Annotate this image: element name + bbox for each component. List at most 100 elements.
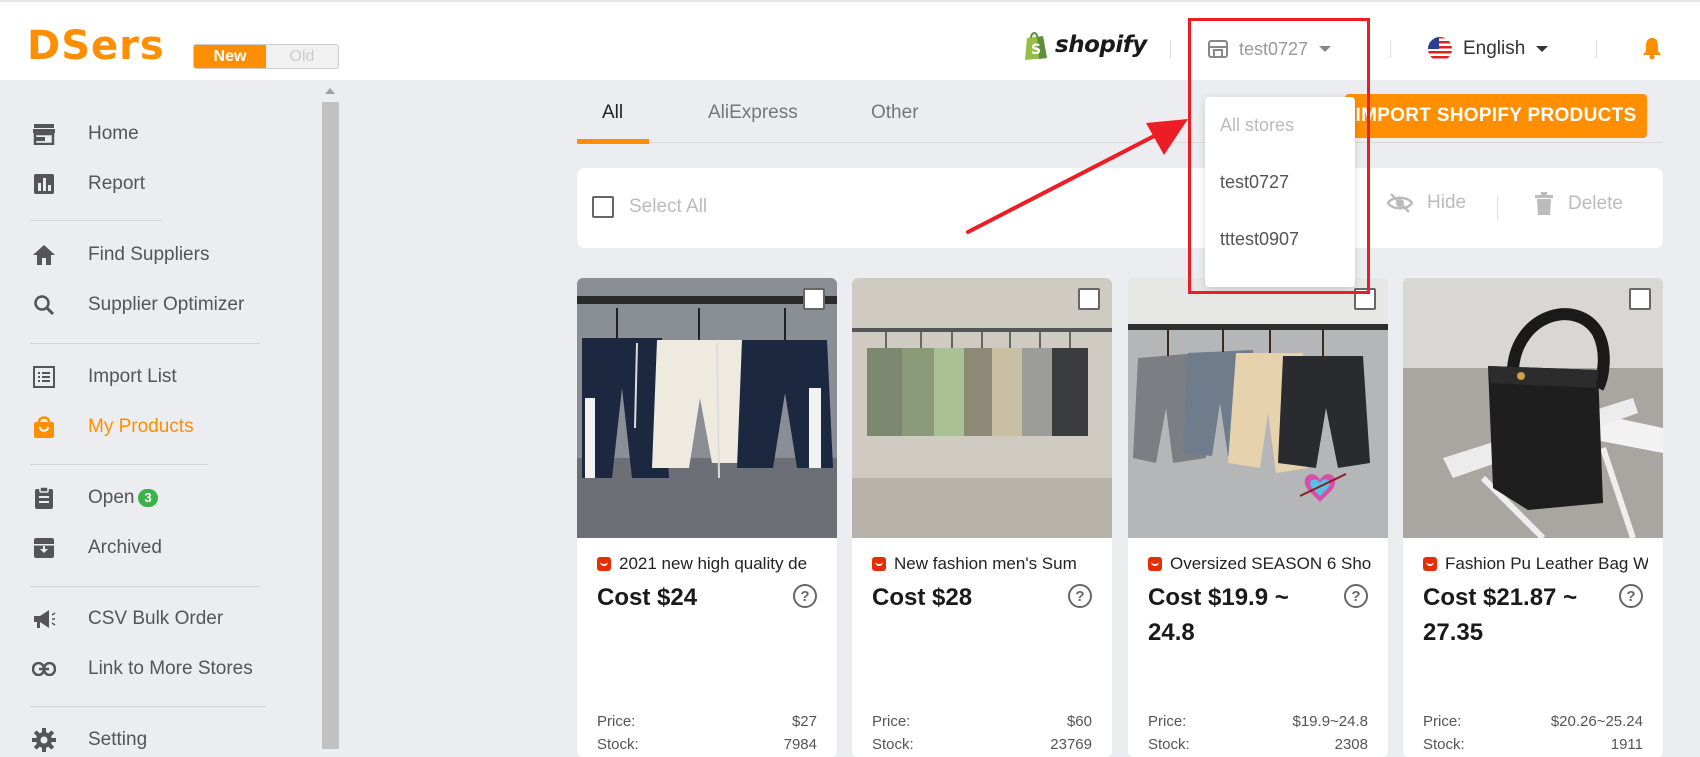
nav-divider	[30, 706, 266, 707]
product-title[interactable]: 2021 new high quality de	[597, 554, 822, 574]
sidebar-item-open[interactable]: Open 3	[30, 478, 158, 518]
version-old-option[interactable]: Old	[266, 45, 338, 68]
stock-label: Stock:	[1148, 736, 1190, 753]
stock-label: Stock:	[872, 736, 914, 753]
action-divider	[1497, 196, 1498, 220]
sidebar-item-label: CSV Bulk Order	[88, 608, 224, 629]
tab-all[interactable]: All	[602, 102, 623, 142]
sidebar-item-label: My Products	[88, 416, 194, 437]
sidebar-item-link-more-stores[interactable]: Link to More Stores	[30, 649, 253, 689]
product-card[interactable]: Oversized SEASON 6 Sho Cost $19.9 ~ 24.8…	[1128, 278, 1388, 757]
delete-button[interactable]: Delete	[1534, 192, 1623, 216]
select-all-checkbox[interactable]: Select All	[592, 196, 707, 218]
archive-icon	[30, 534, 58, 562]
price-value: $20.26~25.24	[1550, 713, 1643, 730]
import-shopify-products-button[interactable]: IMPORT SHOPIFY PRODUCTS	[1345, 94, 1647, 138]
product-cost: Cost $21.87 ~ 27.35	[1423, 584, 1578, 646]
product-image[interactable]	[852, 278, 1112, 538]
help-icon[interactable]: ?	[1068, 584, 1092, 608]
sidebar-item-find-suppliers[interactable]: Find Suppliers	[30, 235, 209, 275]
tab-aliexpress[interactable]: AliExpress	[708, 102, 798, 142]
sidebar-item-home[interactable]: Home	[30, 114, 139, 154]
nav-divider	[30, 220, 162, 221]
version-new-option[interactable]: New	[194, 45, 266, 68]
product-image[interactable]	[577, 278, 837, 538]
sidebar-item-archived[interactable]: Archived	[30, 528, 162, 568]
price-row: Price: $27	[597, 713, 817, 730]
price-label: Price:	[1148, 713, 1187, 730]
notification-bell-icon[interactable]	[1641, 36, 1663, 65]
product-title[interactable]: Oversized SEASON 6 Sho	[1148, 554, 1373, 574]
sidebar-item-csv-bulk-order[interactable]: CSV Bulk Order	[30, 599, 223, 639]
price-value: $60	[1066, 713, 1092, 730]
price-label: Price:	[872, 713, 911, 730]
product-cost: Cost $19.9 ~ 24.8	[1148, 584, 1289, 646]
product-title[interactable]: New fashion men's Sum	[872, 554, 1097, 574]
dsers-logo[interactable]: DSers	[27, 22, 165, 70]
shopify-bag-icon: S	[1025, 32, 1047, 60]
aliexpress-icon	[1423, 557, 1437, 571]
sidebar-item-import-list[interactable]: Import List	[30, 357, 177, 397]
sidebar-item-setting[interactable]: Setting	[30, 720, 147, 757]
price-value: $19.9~24.8	[1292, 713, 1369, 730]
product-checkbox[interactable]	[1629, 288, 1651, 310]
nav-divider	[30, 464, 208, 465]
top-header: DSers New Old S shopify test0727 English	[0, 0, 1700, 80]
stock-value: 1911	[1610, 736, 1643, 753]
product-title[interactable]: Fashion Pu Leather Bag W	[1423, 554, 1648, 574]
price-value: $27	[791, 713, 817, 730]
tab-other[interactable]: Other	[871, 102, 919, 142]
nav-divider	[30, 586, 260, 587]
price-row: Price: $20.26~25.24	[1423, 713, 1643, 730]
sidebar-item-my-products[interactable]: My Products	[30, 407, 194, 447]
aliexpress-icon	[872, 557, 886, 571]
product-checkbox[interactable]	[803, 288, 825, 310]
select-all-label: Select All	[629, 196, 708, 217]
megaphone-icon	[30, 605, 58, 633]
stock-label: Stock:	[597, 736, 639, 753]
sidebar-item-label: Supplier Optimizer	[88, 294, 245, 315]
product-image[interactable]	[1403, 278, 1663, 538]
stock-label: Stock:	[1423, 736, 1465, 753]
delete-label: Delete	[1568, 193, 1623, 214]
bag-icon	[30, 413, 58, 441]
product-cost: Cost $24	[597, 584, 698, 611]
product-title-text: Oversized SEASON 6 Sho	[1170, 554, 1372, 573]
shopify-logo: S shopify	[1023, 28, 1147, 62]
sidebar-scrollbar[interactable]	[322, 102, 339, 749]
language-value: English	[1463, 38, 1526, 59]
sidebar-item-report[interactable]: Report	[30, 164, 145, 204]
price-row: Price: $60	[872, 713, 1092, 730]
product-card[interactable]: Fashion Pu Leather Bag W Cost $21.87 ~ 2…	[1403, 278, 1663, 757]
hide-label: Hide	[1427, 192, 1467, 213]
sidebar-item-label: Link to More Stores	[88, 658, 253, 679]
product-checkbox[interactable]	[1078, 288, 1100, 310]
version-toggle[interactable]: New Old	[193, 44, 339, 69]
help-icon[interactable]: ?	[793, 584, 817, 608]
sidebar-item-supplier-optimizer[interactable]: Supplier Optimizer	[30, 285, 244, 325]
checkbox[interactable]	[592, 196, 614, 218]
svg-text:S: S	[1031, 42, 1041, 58]
scroll-up-arrow-icon[interactable]	[325, 88, 335, 94]
product-image[interactable]	[1128, 278, 1388, 538]
price-row: Price: $19.9~24.8	[1148, 713, 1368, 730]
open-count-badge: 3	[138, 489, 158, 507]
aliexpress-icon	[1148, 557, 1162, 571]
help-icon[interactable]: ?	[1619, 584, 1643, 608]
annotation-highlight-box	[1188, 18, 1370, 294]
help-icon[interactable]: ?	[1344, 584, 1368, 608]
sidebar-item-label: Report	[88, 173, 146, 194]
stock-row: Stock: 23769	[872, 736, 1092, 753]
product-card[interactable]: 2021 new high quality de Cost $24 ? Pric…	[577, 278, 837, 757]
sidebar: Home Report Find Suppliers Supplier Opti…	[0, 82, 320, 757]
product-cost: Cost $28	[872, 584, 973, 611]
stock-row: Stock: 2308	[1148, 736, 1368, 753]
stock-row: Stock: 7984	[597, 736, 817, 753]
hide-button[interactable]: Hide	[1387, 192, 1466, 214]
header-divider	[1170, 40, 1171, 58]
product-title-text: 2021 new high quality de	[619, 554, 808, 573]
product-card[interactable]: New fashion men's Sum Cost $28 ? Price: $…	[852, 278, 1112, 757]
sidebar-item-label: Setting	[88, 729, 148, 750]
chart-icon	[30, 170, 58, 198]
language-selector[interactable]: English	[1427, 32, 1549, 66]
